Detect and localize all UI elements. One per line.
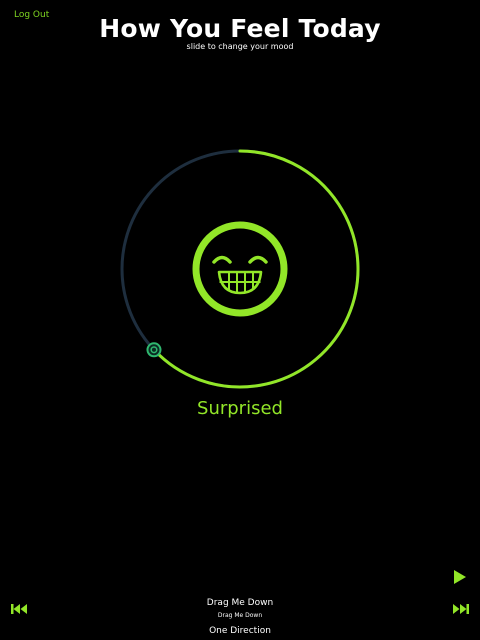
mood-dial-knob[interactable] <box>146 342 162 358</box>
grinning-face-icon <box>192 221 288 317</box>
play-icon[interactable] <box>452 569 468 585</box>
mood-dial[interactable] <box>0 0 480 640</box>
track-artist: One Direction <box>209 626 271 636</box>
mood-dial-progress <box>152 149 360 389</box>
track-album: Drag Me Down <box>217 612 263 619</box>
track-title: Drag Me Down <box>206 598 274 608</box>
mood-label: Surprised <box>197 398 283 419</box>
